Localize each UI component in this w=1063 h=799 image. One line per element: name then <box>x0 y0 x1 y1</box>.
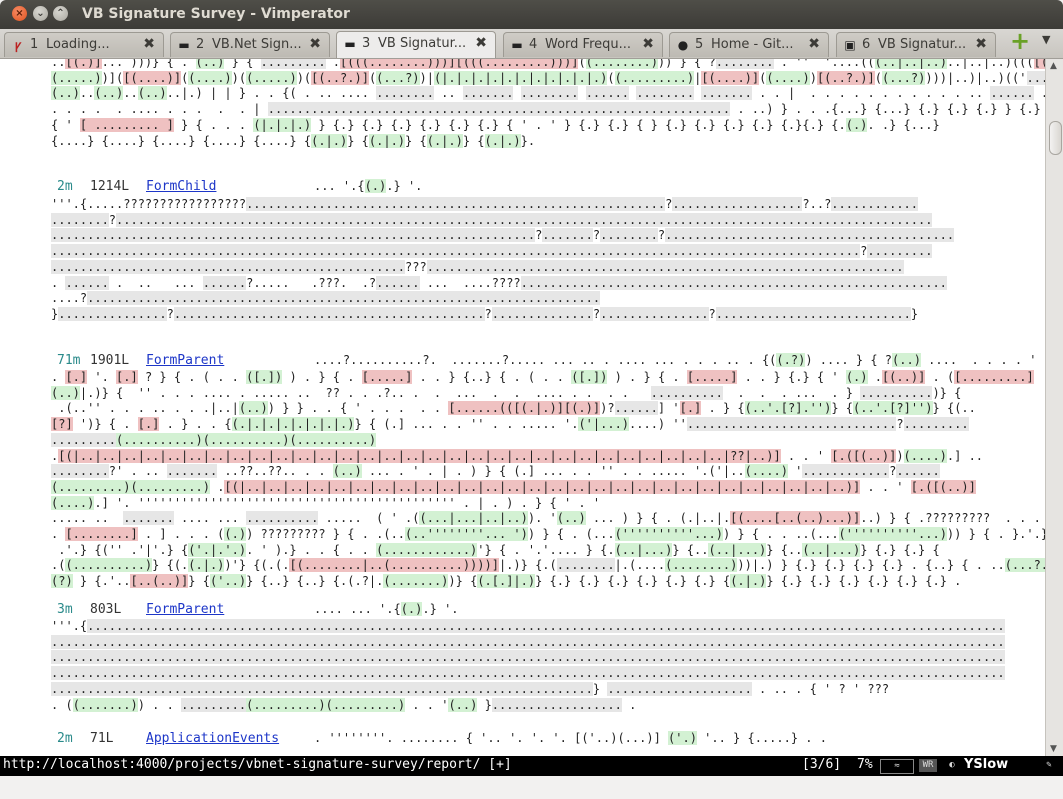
tab-number: 5 <box>695 37 704 52</box>
window-title-bar: × ⌄ ⌃ VB Signature Survey - Vimperator <box>0 0 1063 29</box>
tab-number: 3 <box>362 36 371 51</box>
entry-time: 71m <box>57 353 81 368</box>
entry-preview: ... '.{(.).} '. <box>314 179 423 193</box>
tab-number: 1 <box>30 37 39 52</box>
signature-block-formparent-2: '''.{...................................… <box>51 619 1005 712</box>
new-tab-button[interactable]: + <box>1010 29 1030 53</box>
tab-close-icon[interactable]: ✖ <box>808 36 820 52</box>
tab-number: 4 <box>529 37 538 52</box>
page-icon: ▬ <box>511 38 523 52</box>
signature-block-top: ..[(.)]... )))} { . (..) } { ......... .… <box>51 59 1045 149</box>
entry-link[interactable]: FormParent <box>146 602 224 617</box>
tab-label: Home - Git... <box>711 37 794 52</box>
survey-entry-formchild: 2m 1214L FormChild ... '.{(.).} '. <box>0 179 1045 199</box>
tab-close-icon[interactable]: ✖ <box>642 36 654 52</box>
page-content: ..[(.)]... )))} { . (..) } { ......... .… <box>0 59 1045 756</box>
tab-list-menu-button[interactable]: ▼ <box>1042 33 1050 46</box>
window-close-button[interactable]: × <box>12 6 27 21</box>
github-icon: ● <box>677 38 689 52</box>
window-bottom-edge <box>0 776 1063 799</box>
tab-3[interactable]: ▬ 3 VB Signatur... ✖ <box>336 31 496 58</box>
tab-number: 2 <box>196 37 205 52</box>
scroll-down-icon[interactable]: ▼ <box>1050 744 1057 754</box>
page-icon: ▬ <box>178 38 190 52</box>
entry-link[interactable]: FormChild <box>146 179 216 194</box>
tab-6[interactable]: ▣ 6 VB Signatur... ✖ <box>836 32 996 57</box>
tab-position-indicator: [3/6] <box>802 757 842 772</box>
tab-4[interactable]: ▬ 4 Word Frequ... ✖ <box>503 32 663 57</box>
tab-5[interactable]: ● 5 Home - Git... ✖ <box>669 32 829 57</box>
vimperator-icon: ꝩ <box>14 38 22 52</box>
entry-time: 2m <box>57 731 73 746</box>
entry-lines: 803L <box>90 602 122 617</box>
vertical-scrollbar[interactable]: ▲ ▼ <box>1045 59 1063 756</box>
entry-link[interactable]: ApplicationEvents <box>146 731 279 746</box>
scroll-up-icon[interactable]: ▲ <box>1050 61 1057 71</box>
page-icon: ▣ <box>844 38 856 52</box>
survey-entry-applicationevents: 2m 71L ApplicationEvents . ''''''''. ...… <box>0 731 1045 751</box>
scrollbar-thumb[interactable] <box>1049 121 1062 155</box>
entry-link[interactable]: FormParent <box>146 353 224 368</box>
wr-addon-icon[interactable]: WR <box>919 759 937 772</box>
window-maximize-button[interactable]: ⌃ <box>53 6 68 21</box>
tab-label: VB Signatur... <box>878 37 967 52</box>
tab-bar: ꝩ 1 Loading... ✖ ▬ 2 VB.Net Sign... ✖ ▬ … <box>0 29 1063 59</box>
scroll-percent: 7% <box>857 757 873 772</box>
tab-2[interactable]: ▬ 2 VB.Net Sign... ✖ <box>170 32 330 57</box>
tab-label: Loading... <box>46 37 110 52</box>
status-pencil-icon[interactable]: ✎ <box>1042 759 1056 772</box>
status-url: http://localhost:4000/projects/vbnet-sig… <box>3 757 512 772</box>
yslow-label[interactable]: YSlow <box>964 757 1008 772</box>
tab-number: 6 <box>862 37 871 52</box>
tab-close-icon[interactable]: ✖ <box>975 36 987 52</box>
signature-block-formchild: '''.{.....?????????????????.............… <box>51 197 955 321</box>
tab-label: VB.Net Sign... <box>212 37 302 52</box>
tab-label: VB Signatur... <box>378 36 467 51</box>
window-minimize-button[interactable]: ⌄ <box>33 6 48 21</box>
entry-lines: 1214L <box>90 179 130 194</box>
tab-close-icon[interactable]: ✖ <box>309 36 321 52</box>
entry-preview: .... ... '.{(.).} '. <box>314 602 459 616</box>
tab-label: Word Frequ... <box>545 37 632 52</box>
page-icon: ▬ <box>344 37 356 51</box>
status-bar: http://localhost:4000/projects/vbnet-sig… <box>0 756 1063 776</box>
entry-preview: . ''''''''. ........ { '.. '. '. '. [('.… <box>314 731 827 745</box>
entry-preview: ....?..........?. .......?..... ... .. .… <box>314 353 1037 367</box>
addon-status-icon[interactable]: ≈ <box>880 759 914 774</box>
tab-close-icon[interactable]: ✖ <box>475 35 487 51</box>
window-title: VB Signature Survey - Vimperator <box>82 6 350 22</box>
signature-block-formparent: . [.] '. [.] ? } { . ( . . ([.]) ) . } {… <box>51 370 1045 590</box>
tab-1[interactable]: ꝩ 1 Loading... ✖ <box>4 32 164 57</box>
entry-time: 3m <box>57 602 73 617</box>
tab-close-icon[interactable]: ✖ <box>143 36 155 52</box>
yslow-icon[interactable]: ◐ <box>945 759 959 772</box>
entry-lines: 1901L <box>90 353 130 368</box>
entry-lines: 71L <box>90 731 114 746</box>
entry-time: 2m <box>57 179 73 194</box>
